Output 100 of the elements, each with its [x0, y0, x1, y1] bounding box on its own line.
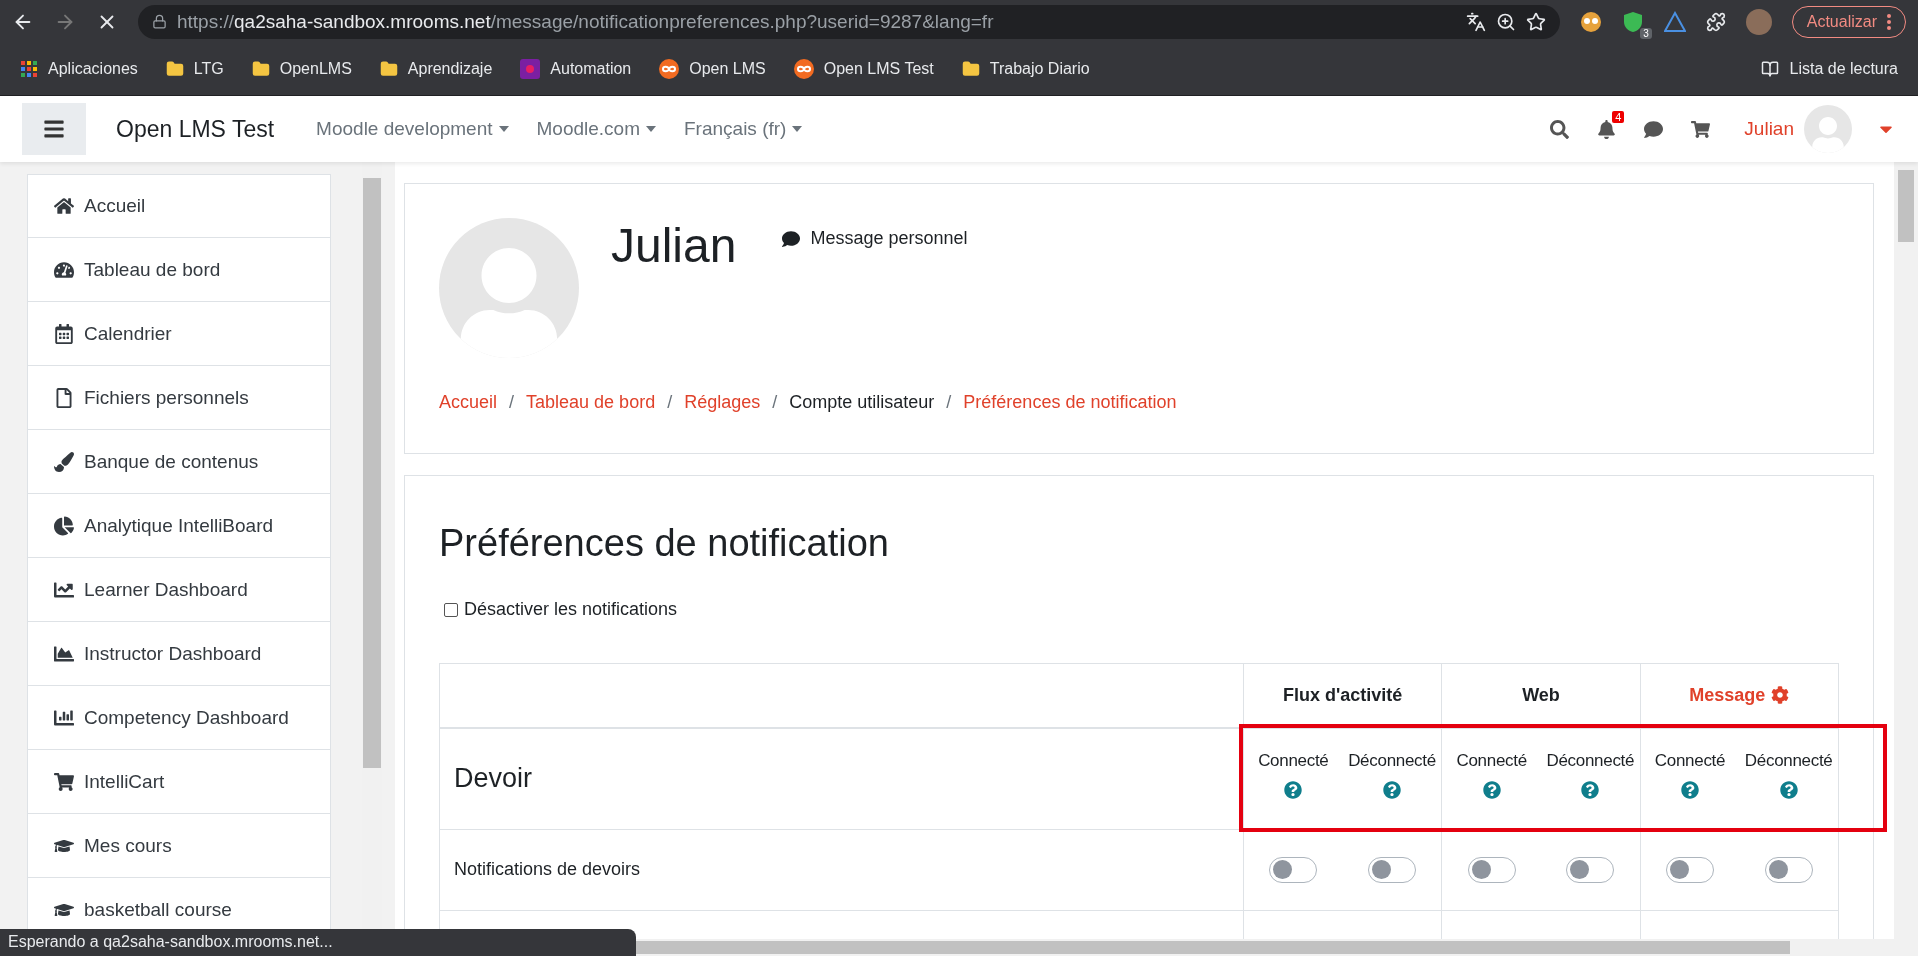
- caret-icon: [646, 126, 656, 132]
- bookmark[interactable]: LTG: [165, 60, 224, 78]
- help-icon[interactable]: [1482, 780, 1501, 799]
- toggle-switch[interactable]: [1368, 856, 1416, 883]
- nav-menu[interactable]: Moodle.com: [530, 117, 662, 141]
- breadcrumb-separator: /: [772, 392, 778, 413]
- breadcrumb-link[interactable]: Préférences de notification: [963, 392, 1177, 413]
- bookmark[interactable]: OpenLMS: [251, 60, 352, 78]
- sidebar-item[interactable]: Competency Dashboard: [27, 686, 331, 750]
- state-label: Déconnecté: [1348, 750, 1436, 771]
- sidebar-item[interactable]: Accueil: [27, 174, 331, 238]
- bookmark[interactable]: Open LMS Test: [793, 59, 934, 79]
- menu-button[interactable]: [22, 103, 86, 155]
- shield-icon[interactable]: [1621, 10, 1644, 33]
- sidebar-item[interactable]: IntelliCart: [27, 750, 331, 814]
- url-path: /message/notificationpreferences.php?userid=9287&lang=fr: [490, 10, 994, 33]
- toggle-switch[interactable]: [1269, 856, 1318, 883]
- star-icon[interactable]: [1525, 11, 1546, 32]
- bookmark[interactable]: Aprendizaje: [379, 60, 493, 78]
- sidebar-item[interactable]: Calendrier: [27, 302, 331, 366]
- profile-avatar[interactable]: [1745, 8, 1772, 35]
- bookmark[interactable]: Aplicaciones: [20, 60, 138, 78]
- help-icon[interactable]: [1284, 780, 1303, 799]
- lock-icon: [152, 14, 167, 29]
- help-icon[interactable]: [1779, 780, 1798, 799]
- breadcrumb-separator: /: [946, 392, 952, 413]
- state-label: Connecté: [1258, 750, 1329, 771]
- infinity-logo-icon: [659, 59, 680, 79]
- translate-icon[interactable]: [1465, 11, 1486, 32]
- site-name[interactable]: Open LMS Test: [116, 115, 275, 143]
- sidebar-item[interactable]: Fichiers personnels: [27, 366, 331, 430]
- help-icon[interactable]: [1581, 780, 1600, 799]
- calendar-icon: [54, 323, 74, 344]
- breadcrumb-link[interactable]: Accueil: [439, 392, 498, 413]
- state-label: Connecté: [1654, 750, 1726, 771]
- sidebar-item[interactable]: Banque de contenus: [27, 430, 331, 494]
- toggle-switch[interactable]: [1467, 856, 1516, 883]
- folder-icon: [165, 60, 184, 78]
- breadcrumb-text[interactable]: Compte utilisateur: [789, 392, 935, 413]
- help-icon[interactable]: [1383, 780, 1401, 799]
- zoom-icon[interactable]: [1495, 11, 1516, 32]
- sidebar-item[interactable]: Learner Dashboard: [27, 558, 331, 622]
- extension-icon[interactable]: [1579, 10, 1602, 33]
- url-scheme: https://: [177, 10, 235, 33]
- breadcrumb-separator: /: [667, 392, 673, 413]
- help-icon[interactable]: [1681, 780, 1699, 799]
- brush-icon: [54, 451, 74, 472]
- section-title: Devoir: [453, 763, 533, 793]
- bell-icon[interactable]: [1597, 119, 1617, 139]
- address-bar[interactable]: https://qa2saha-sandbox.mrooms.net/message/notificationpreferences.php?userid=9287&lang=fr: [138, 4, 1560, 39]
- infinity-logo-icon: [793, 59, 814, 79]
- triangle-icon[interactable]: [1663, 10, 1686, 33]
- scrollbar-thumb[interactable]: [1898, 170, 1914, 242]
- sidebar-item[interactable]: Mes cours: [27, 814, 331, 878]
- chat-icon[interactable]: [1644, 119, 1664, 139]
- settings-icon: [1771, 686, 1790, 705]
- folder-icon: [961, 60, 980, 78]
- column-header: Web: [1522, 684, 1560, 706]
- state-label: Déconnecté: [1546, 750, 1635, 771]
- page-title: Préférences de notification: [439, 522, 890, 565]
- extension-badge: 3: [1640, 27, 1652, 39]
- caret-icon: [498, 126, 509, 132]
- breadcrumb-separator: /: [509, 392, 515, 413]
- toggle-switch[interactable]: [1666, 856, 1714, 883]
- notification-count: 4: [1612, 110, 1625, 123]
- user-name[interactable]: Julian: [1744, 118, 1794, 140]
- scrollbar-thumb[interactable]: [363, 178, 381, 768]
- url-host: qa2saha-sandbox.mrooms.net: [234, 10, 491, 33]
- folder-icon: [251, 60, 270, 78]
- cart-icon[interactable]: [1691, 119, 1711, 139]
- caret-icon: [792, 126, 803, 132]
- bookmark[interactable]: Automation: [520, 59, 632, 79]
- chat-icon: [782, 229, 801, 248]
- folder-icon: [379, 60, 398, 78]
- column-header[interactable]: Message: [1689, 684, 1790, 706]
- row-label: Notifications de devoirs: [453, 859, 641, 879]
- bookmark[interactable]: Open LMS: [659, 59, 766, 79]
- sidebar-item[interactable]: Analytique IntelliBoard: [27, 494, 331, 558]
- toggle-switch[interactable]: [1764, 856, 1813, 883]
- nav-menu[interactable]: Français (fr): [678, 117, 809, 141]
- search-icon[interactable]: [1550, 119, 1570, 139]
- disable-notifications-checkbox[interactable]: Désactiver les notifications: [444, 599, 1839, 620]
- nav-menu[interactable]: Moodle development: [310, 117, 515, 141]
- reading-list-button[interactable]: Lista de lectura: [1761, 60, 1898, 78]
- checkbox[interactable]: [444, 602, 458, 617]
- sidebar-item[interactable]: Tableau de bord: [27, 238, 331, 302]
- toggle-switch[interactable]: [1566, 856, 1615, 883]
- gauge-icon: [54, 259, 74, 280]
- state-label: Déconnecté: [1744, 750, 1833, 771]
- apps-grid-icon: [20, 60, 38, 78]
- bookmark[interactable]: Trabajo Diario: [961, 60, 1090, 78]
- sidebar-item[interactable]: Instructor Dashboard: [27, 622, 331, 686]
- file-icon: [54, 387, 74, 408]
- breadcrumb-link[interactable]: Réglages: [684, 392, 761, 413]
- message-link[interactable]: Message personnel: [782, 228, 968, 249]
- page-scrollbar[interactable]: [1894, 162, 1918, 939]
- puzzle-icon[interactable]: [1705, 11, 1726, 32]
- pie-chart-icon: [54, 515, 74, 536]
- menu-icon: [43, 118, 65, 140]
- breadcrumb-link[interactable]: Tableau de bord: [526, 392, 656, 413]
